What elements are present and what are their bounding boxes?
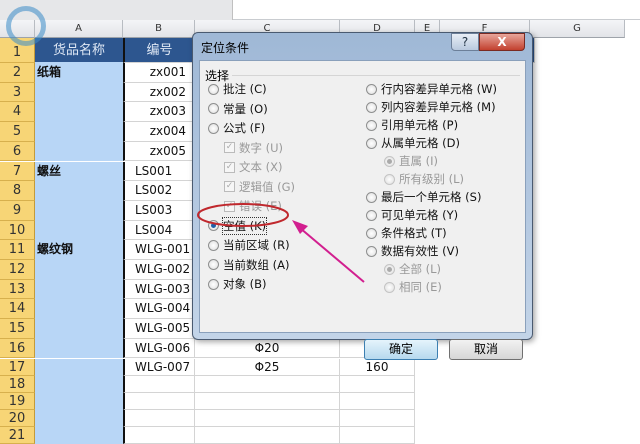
pointer-arrow	[299, 227, 365, 283]
annotation-overlay	[197, 203, 365, 283]
highlight-ellipse	[197, 203, 289, 227]
